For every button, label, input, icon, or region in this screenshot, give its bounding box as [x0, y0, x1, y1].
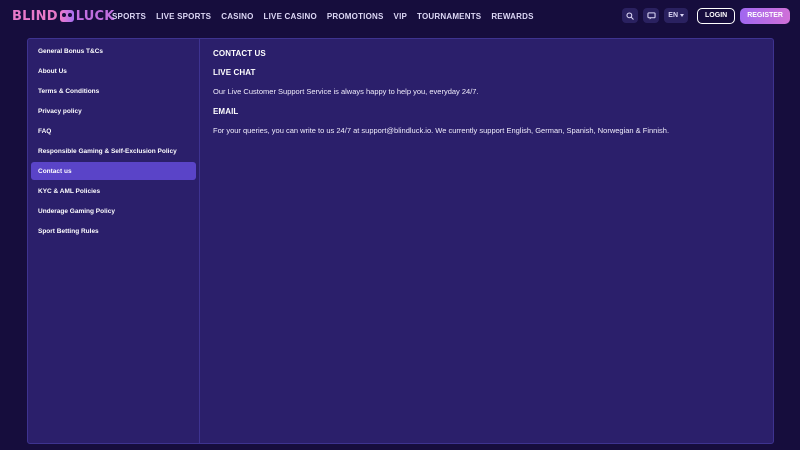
nav-rewards[interactable]: REWARDS	[491, 12, 533, 21]
brand-name-part2: LUCK	[75, 8, 115, 24]
nav-live-sports[interactable]: LIVE SPORTS	[156, 12, 211, 21]
sidebar-item-underage-gaming[interactable]: Underage Gaming Policy	[31, 202, 196, 220]
sidebar-item-responsible-gaming[interactable]: Responsible Gaming & Self-Exclusion Poli…	[31, 142, 196, 160]
nav-live-casino[interactable]: LIVE CASINO	[264, 12, 317, 21]
search-button[interactable]	[622, 8, 639, 23]
email-text: For your queries, you can write to us 24…	[213, 126, 670, 135]
brand-logo[interactable]: BLIND LUCK	[12, 8, 115, 24]
brand-name-part1: BLIND	[12, 8, 58, 24]
search-icon	[626, 11, 635, 20]
sidebar-item-kyc-aml[interactable]: KYC & AML Policies	[31, 182, 196, 200]
register-button[interactable]: REGISTER	[740, 7, 790, 24]
nav-promotions[interactable]: PROMOTIONS	[327, 12, 384, 21]
header-tools: EN LOGIN REGISTER	[622, 7, 790, 24]
sidebar-item-contact-us[interactable]: Contact us	[31, 162, 196, 180]
nav-casino[interactable]: CASINO	[221, 12, 253, 21]
live-chat-text: Our Live Customer Support Service is alw…	[213, 87, 479, 96]
main-nav: SPORTS LIVE SPORTS CASINO LIVE CASINO PR…	[112, 0, 534, 32]
info-sidebar: General Bonus T&Cs About Us Terms & Cond…	[28, 39, 200, 443]
dice-mask-icon	[59, 10, 74, 22]
sidebar-item-faq[interactable]: FAQ	[31, 122, 196, 140]
chat-icon	[647, 11, 656, 20]
sidebar-item-general-bonus-tcs[interactable]: General Bonus T&Cs	[31, 42, 196, 60]
email-heading: EMAIL	[213, 107, 239, 116]
nav-tournaments[interactable]: TOURNAMENTS	[417, 12, 481, 21]
chat-button[interactable]	[643, 8, 660, 23]
sidebar-item-sport-betting-rules[interactable]: Sport Betting Rules	[31, 222, 196, 240]
chevron-down-icon	[680, 14, 685, 17]
page-title: CONTACT US	[213, 49, 266, 58]
nav-vip[interactable]: VIP	[394, 12, 408, 21]
language-label: EN	[668, 12, 679, 19]
content-area: CONTACT US LIVE CHAT Our Live Customer S…	[200, 39, 773, 443]
sidebar-item-about-us[interactable]: About Us	[31, 62, 196, 80]
nav-sports[interactable]: SPORTS	[112, 12, 146, 21]
top-navigation-bar: BLIND LUCK SPORTS LIVE SPORTS CASINO LIV…	[0, 0, 800, 32]
live-chat-heading: LIVE CHAT	[213, 68, 256, 77]
login-button[interactable]: LOGIN	[697, 7, 736, 24]
sidebar-item-privacy-policy[interactable]: Privacy policy	[31, 102, 196, 120]
language-selector[interactable]: EN	[664, 8, 689, 23]
info-panel: General Bonus T&Cs About Us Terms & Cond…	[27, 38, 774, 444]
sidebar-item-terms-conditions[interactable]: Terms & Conditions	[31, 82, 196, 100]
